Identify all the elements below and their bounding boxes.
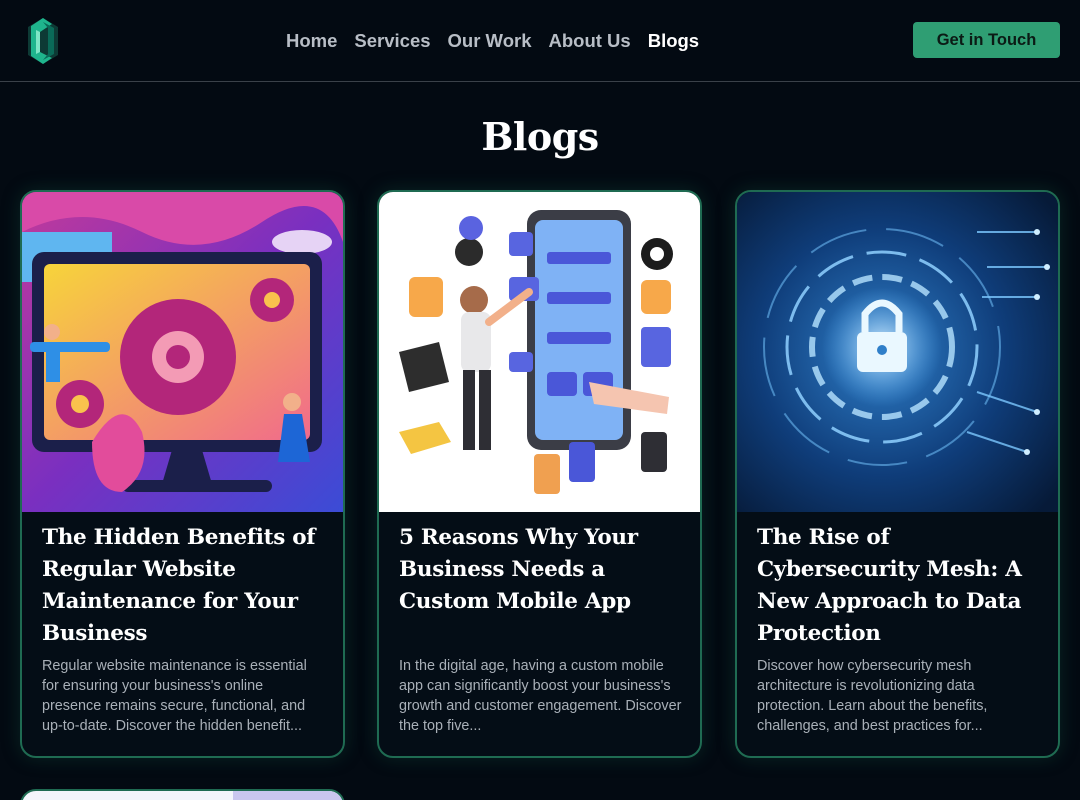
blog-card-partial[interactable] <box>20 789 345 800</box>
blog-card[interactable]: The Hidden Benefits of Regular Website M… <box>20 190 345 758</box>
main-nav: Home Services Our Work About Us Blogs <box>286 28 699 54</box>
page-title: Blogs <box>481 114 599 159</box>
blog-card[interactable]: The Rise of Cybersecurity Mesh: A New Ap… <box>735 190 1060 758</box>
blog-card-title[interactable]: 5 Reasons Why Your Business Needs a Cust… <box>399 522 689 618</box>
cybersecurity-lock-illustration <box>737 192 1058 512</box>
site-header: Home Services Our Work About Us Blogs Ge… <box>0 0 1080 82</box>
blog-card[interactable]: 5 Reasons Why Your Business Needs a Cust… <box>377 190 702 758</box>
blog-card-partial-image <box>233 791 343 800</box>
blog-card-excerpt: Discover how cybersecurity mesh architec… <box>757 658 988 734</box>
blog-card-title[interactable]: The Hidden Benefits of Regular Website M… <box>42 522 332 650</box>
get-in-touch-button[interactable]: Get in Touch <box>913 22 1060 58</box>
website-maintenance-illustration <box>22 192 343 512</box>
nav-our-work[interactable]: Our Work <box>448 30 532 52</box>
nav-home[interactable]: Home <box>286 30 337 52</box>
brand-logo-icon[interactable] <box>28 18 58 64</box>
nav-blogs[interactable]: Blogs <box>648 30 699 52</box>
mobile-app-illustration <box>379 192 700 512</box>
nav-about-us[interactable]: About Us <box>548 30 630 52</box>
nav-services[interactable]: Services <box>354 30 430 52</box>
blog-card-excerpt: Regular website maintenance is essential… <box>42 658 307 734</box>
blog-card-excerpt: In the digital age, having a custom mobi… <box>399 658 682 734</box>
blog-card-title[interactable]: The Rise of Cybersecurity Mesh: A New Ap… <box>757 522 1047 650</box>
